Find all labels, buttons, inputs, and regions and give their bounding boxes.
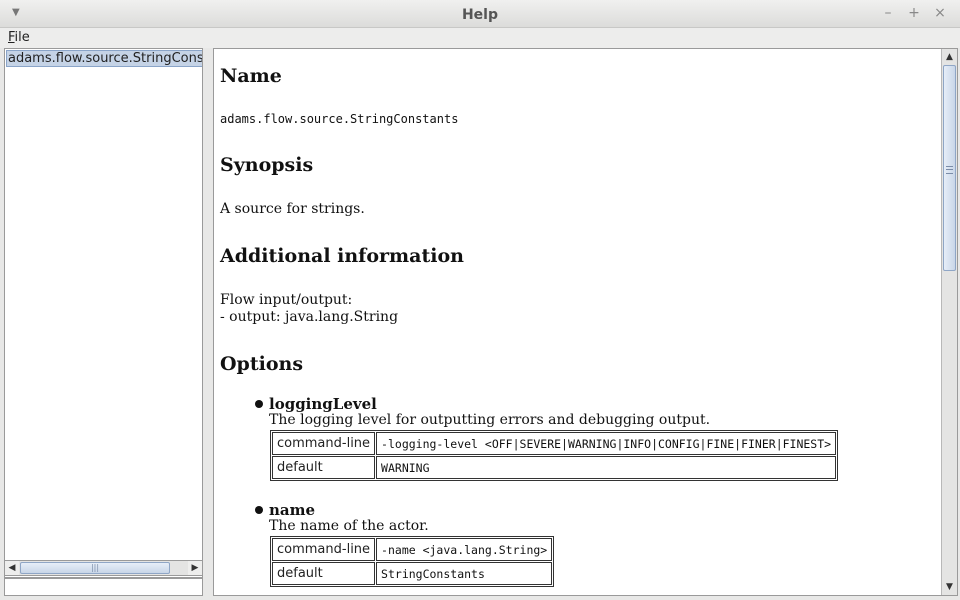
option-table: command-line -logging-level <OFF|SEVERE|… (270, 430, 839, 481)
grip-icon: ||| (90, 563, 100, 572)
table-key: command-line (272, 538, 376, 561)
title-bar: ▼ Help – + × (0, 0, 960, 28)
menu-file[interactable]: File (8, 30, 30, 45)
scroll-right-icon[interactable]: ▶ (188, 561, 202, 575)
minimize-button[interactable]: – (880, 5, 896, 21)
additional-info-heading: Additional information (220, 245, 464, 267)
vertical-scrollbar[interactable]: ▲ ▼ (941, 49, 957, 595)
table-key: default (272, 456, 376, 479)
option-description: The logging level for outputting errors … (269, 412, 711, 428)
options-heading: Options (220, 353, 304, 375)
table-row: command-line -logging-level <OFF|SEVERE|… (272, 432, 837, 455)
close-button[interactable]: × (932, 5, 948, 21)
vertical-scroll-thumb[interactable] (943, 65, 956, 271)
table-value: -logging-level <OFF|SEVERE|WARNING|INFO|… (376, 432, 837, 455)
option-name: name (269, 501, 316, 519)
table-row: command-line -name <java.lang.String> (272, 538, 553, 561)
split-pane-divider[interactable] (205, 48, 211, 596)
maximize-button[interactable]: + (906, 5, 922, 21)
table-value: StringConstants (376, 562, 553, 585)
scroll-left-icon[interactable]: ◀ (5, 561, 19, 575)
horizontal-scrollbar[interactable]: ◀ ||| ▶ (4, 560, 203, 576)
horizontal-scroll-thumb[interactable]: ||| (20, 562, 170, 574)
option-table: command-line -name <java.lang.String> de… (270, 536, 555, 587)
class-list[interactable]: adams.flow.source.StringConstants (4, 48, 203, 578)
table-value: WARNING (376, 456, 837, 479)
flow-output-text: - output: java.lang.String (220, 309, 399, 325)
synopsis-heading: Synopsis (220, 154, 314, 176)
window-title: Help (461, 7, 499, 23)
menu-file-label: ile (14, 30, 30, 45)
name-heading: Name (220, 65, 282, 87)
flow-io-label: Flow input/output: (220, 292, 353, 308)
grip-icon (946, 166, 953, 174)
table-row: default StringConstants (272, 562, 553, 585)
class-name: adams.flow.source.StringConstants (220, 112, 459, 126)
scroll-up-icon[interactable]: ▲ (942, 50, 957, 64)
bullet-icon (255, 506, 263, 514)
menu-bar: File (0, 28, 960, 48)
help-content-pane[interactable]: Name adams.flow.source.StringConstants S… (213, 48, 958, 596)
option-description: The name of the actor. (269, 518, 429, 534)
table-row: default WARNING (272, 456, 837, 479)
table-key: default (272, 562, 376, 585)
option-name: loggingLevel (269, 395, 377, 413)
table-value: -name <java.lang.String> (376, 538, 553, 561)
scroll-down-icon[interactable]: ▼ (942, 580, 957, 594)
bullet-icon (255, 400, 263, 408)
list-item[interactable]: adams.flow.source.StringConstants (6, 50, 202, 67)
synopsis-text: A source for strings. (220, 201, 365, 217)
table-key: command-line (272, 432, 376, 455)
search-field[interactable] (4, 578, 203, 596)
